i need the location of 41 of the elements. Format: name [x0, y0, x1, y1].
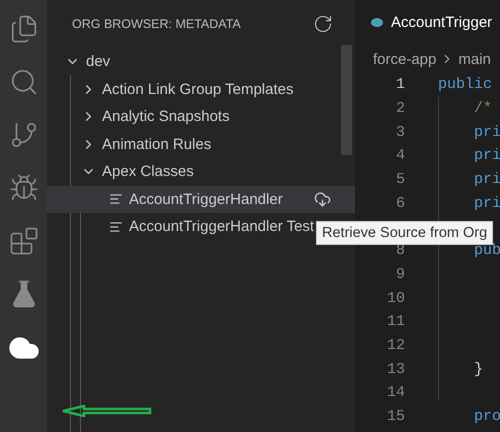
line-number: 9	[394, 266, 405, 283]
tree-item[interactable]: AccountTriggerHandler Test	[47, 213, 314, 240]
line-number: 12	[386, 336, 405, 354]
tree-item[interactable]: dev	[47, 48, 110, 76]
editor-tab[interactable]: AccountTrigger	[355, 0, 500, 45]
line-number: 5	[394, 171, 405, 188]
code-text: pri	[473, 171, 500, 188]
line-number: 2	[394, 100, 405, 118]
breadcrumb-item[interactable]: force-app	[373, 50, 436, 68]
code-text: pub	[473, 242, 500, 260]
line-number: 14	[386, 384, 405, 402]
code-text: pri	[473, 124, 500, 141]
tree-item[interactable]: Analytic Snapshots	[47, 103, 230, 130]
line-number: 11	[386, 313, 405, 330]
line-number: 1	[394, 76, 405, 94]
tooltip: Retrieve Source from Org	[316, 221, 494, 245]
blocks-icon[interactable]	[8, 226, 38, 256]
refresh-icon[interactable]	[313, 14, 333, 34]
breadcrumb-item[interactable]: main	[458, 50, 491, 68]
panel-title: ORG BROWSER: METADATA	[72, 17, 241, 31]
lines-icon	[109, 192, 123, 206]
scrollbar[interactable]	[341, 45, 352, 155]
lines-icon	[109, 220, 123, 234]
bug-icon[interactable]	[8, 173, 38, 203]
download-icon[interactable]	[314, 190, 331, 208]
code-text: pri	[473, 147, 500, 164]
line-number: 4	[394, 147, 405, 164]
code-text: /*	[473, 100, 492, 118]
code-text: }	[473, 360, 484, 378]
line-number: 6	[394, 194, 405, 212]
line-number: 3	[394, 124, 405, 141]
tree-item[interactable]: Animation Rules	[47, 130, 212, 158]
code-text: pri	[473, 194, 500, 212]
code-text: public	[438, 76, 492, 94]
tree-item[interactable]: Apex Classes	[47, 158, 194, 186]
tree-item[interactable]: Action Link Group Templates	[47, 76, 294, 103]
line-number: 10	[386, 290, 405, 307]
code-text: pro	[473, 408, 500, 425]
line-number: 13	[386, 360, 405, 378]
tree-item[interactable]: AccountTriggerHandler	[47, 186, 355, 213]
line-number: 15	[386, 408, 405, 425]
